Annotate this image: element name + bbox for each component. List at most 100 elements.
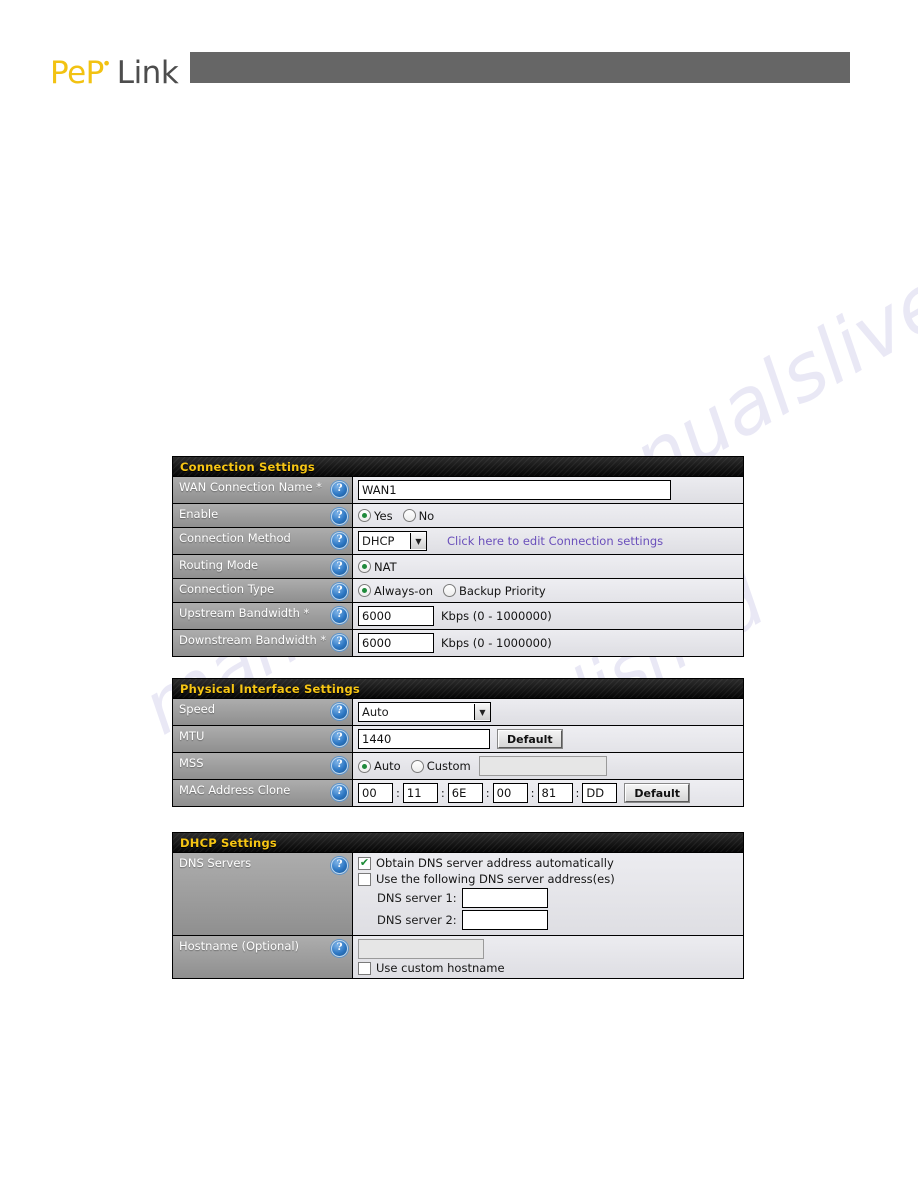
radio-enable-no[interactable]: No xyxy=(402,509,434,523)
downstream-bandwidth-input[interactable] xyxy=(358,633,434,653)
radio-button-icon[interactable] xyxy=(358,560,371,573)
checkbox-obtain-dns-automatically-label: Obtain DNS server address automatically xyxy=(376,856,614,870)
mtu-default-button[interactable]: Default xyxy=(498,730,562,748)
row-upstream-bandwidth: Upstream Bandwidth * ? Kbps (0 - 1000000… xyxy=(173,603,743,630)
label-cell-mac-address-clone: MAC Address Clone ? xyxy=(173,780,353,806)
panel-header-physical: Physical Interface Settings xyxy=(172,678,744,699)
radio-connection-type-always-on[interactable]: Always-on xyxy=(358,584,433,598)
dns-server-1-label: DNS server 1: xyxy=(377,891,457,905)
checkbox-icon[interactable] xyxy=(358,872,371,886)
panel-title-connection: Connection Settings xyxy=(180,459,315,474)
value-cell-mac-address-clone: : : : : : Default xyxy=(353,780,743,806)
radio-button-icon[interactable] xyxy=(402,509,416,522)
label-mac-address-clone: MAC Address Clone xyxy=(179,783,291,797)
label-cell-connection-method: Connection Method ? xyxy=(173,528,353,554)
help-icon[interactable]: ? xyxy=(331,607,348,624)
mac-octet-5-input[interactable] xyxy=(537,783,573,803)
value-cell-dns-servers: ✔ Obtain DNS server address automaticall… xyxy=(353,853,743,935)
label-wan-connection-name: WAN Connection Name * xyxy=(179,480,322,494)
help-icon[interactable]: ? xyxy=(331,757,348,774)
panel-title-dhcp: DHCP Settings xyxy=(180,835,277,850)
radio-button-icon[interactable] xyxy=(358,584,371,597)
radio-button-icon[interactable] xyxy=(443,584,456,597)
label-connection-type: Connection Type xyxy=(179,582,275,596)
hostname-input-row xyxy=(358,939,739,959)
mac-octet-6-input[interactable] xyxy=(582,783,618,803)
radio-mss-auto[interactable]: Auto xyxy=(358,759,401,773)
wan-connection-name-input[interactable] xyxy=(358,480,671,500)
label-cell-hostname: Hostname (Optional) ? xyxy=(173,936,353,978)
row-mac-address-clone: MAC Address Clone ? : : : : : Default xyxy=(173,780,743,806)
hostname-input[interactable] xyxy=(358,939,484,959)
help-icon[interactable]: ? xyxy=(331,784,348,801)
radio-button-icon[interactable] xyxy=(358,509,371,522)
mac-octet-3-input[interactable] xyxy=(447,783,483,803)
label-cell-mtu: MTU ? xyxy=(173,726,353,752)
speed-select[interactable]: Auto ▼ xyxy=(358,702,491,722)
mac-default-button[interactable]: Default xyxy=(625,784,690,802)
help-icon[interactable]: ? xyxy=(331,532,348,549)
connection-method-selected-value: DHCP xyxy=(362,534,395,548)
radio-mss-auto-label: Auto xyxy=(374,759,401,773)
label-cell-speed: Speed ? xyxy=(173,699,353,725)
help-icon[interactable]: ? xyxy=(331,634,348,651)
radio-connection-type-backup-priority[interactable]: Backup Priority xyxy=(443,584,546,598)
mtu-input[interactable] xyxy=(358,729,490,749)
radio-routing-mode-nat[interactable]: NAT xyxy=(358,560,397,574)
label-cell-connection-type: Connection Type ? xyxy=(173,579,353,602)
chevron-down-icon[interactable]: ▼ xyxy=(410,533,426,549)
dns-server-1-input[interactable] xyxy=(461,888,548,908)
connection-method-select[interactable]: DHCP ▼ xyxy=(358,531,427,551)
chevron-down-icon[interactable]: ▼ xyxy=(474,704,490,720)
radio-mss-custom-label: Custom xyxy=(426,759,471,773)
value-cell-speed: Auto ▼ xyxy=(353,699,743,725)
value-cell-connection-type: Always-on Backup Priority xyxy=(353,579,743,602)
radio-button-icon[interactable] xyxy=(410,759,424,773)
checkbox-use-custom-hostname-label: Use custom hostname xyxy=(376,961,505,975)
help-icon[interactable]: ? xyxy=(331,857,348,874)
checkbox-use-following-dns[interactable]: Use the following DNS server address(es) xyxy=(358,872,739,886)
label-mss: MSS xyxy=(179,756,204,770)
label-routing-mode: Routing Mode xyxy=(179,558,259,572)
radio-connection-type-backup-priority-label: Backup Priority xyxy=(459,583,546,598)
label-connection-method: Connection Method xyxy=(179,531,291,545)
upstream-bandwidth-input[interactable] xyxy=(358,606,434,626)
mss-custom-input[interactable] xyxy=(478,756,607,776)
speed-selected-value: Auto xyxy=(362,705,389,719)
radio-button-icon[interactable] xyxy=(358,759,371,773)
label-mtu: MTU xyxy=(179,729,205,743)
mac-octet-4-input[interactable] xyxy=(492,783,528,803)
label-cell-mss: MSS ? xyxy=(173,753,353,779)
value-cell-mss: Auto Custom xyxy=(353,753,743,779)
row-routing-mode: Routing Mode ? NAT xyxy=(173,555,743,579)
label-dns-servers: DNS Servers xyxy=(179,856,252,870)
panel-physical-interface-settings: Physical Interface Settings Speed ? Auto… xyxy=(172,678,744,807)
label-cell-downstream-bandwidth: Downstream Bandwidth * ? xyxy=(173,630,353,656)
label-cell-enable: Enable ? xyxy=(173,504,353,527)
panel-header-connection: Connection Settings xyxy=(172,456,744,477)
radio-mss-custom[interactable]: Custom xyxy=(410,759,471,773)
help-icon[interactable]: ? xyxy=(331,559,348,576)
help-icon[interactable]: ? xyxy=(331,730,348,747)
help-icon[interactable]: ? xyxy=(331,703,348,720)
help-icon[interactable]: ? xyxy=(331,583,348,600)
mac-octet-2-input[interactable] xyxy=(402,783,438,803)
mac-octet-group: : : : : : xyxy=(358,783,618,803)
label-cell-routing-mode: Routing Mode ? xyxy=(173,555,353,578)
checkbox-use-custom-hostname[interactable]: Use custom hostname xyxy=(358,961,739,975)
upstream-bandwidth-unit: Kbps (0 - 1000000) xyxy=(441,609,552,623)
label-cell-upstream-bandwidth: Upstream Bandwidth * ? xyxy=(173,603,353,629)
dns-server-1-row: DNS server 1: xyxy=(358,888,739,908)
checkbox-icon[interactable] xyxy=(358,961,371,975)
help-icon[interactable]: ? xyxy=(331,508,348,525)
edit-connection-settings-link[interactable]: Click here to edit Connection settings xyxy=(447,534,663,548)
radio-enable-yes-label: Yes xyxy=(374,508,393,523)
checkbox-icon[interactable]: ✔ xyxy=(358,856,371,870)
brand-logo: PeP• Link xyxy=(50,48,179,91)
mac-octet-1-input[interactable] xyxy=(358,783,393,803)
radio-enable-yes[interactable]: Yes xyxy=(358,509,393,523)
dns-server-2-input[interactable] xyxy=(461,910,548,930)
help-icon[interactable]: ? xyxy=(331,481,348,498)
checkbox-obtain-dns-automatically[interactable]: ✔ Obtain DNS server address automaticall… xyxy=(358,856,739,870)
help-icon[interactable]: ? xyxy=(331,940,348,957)
